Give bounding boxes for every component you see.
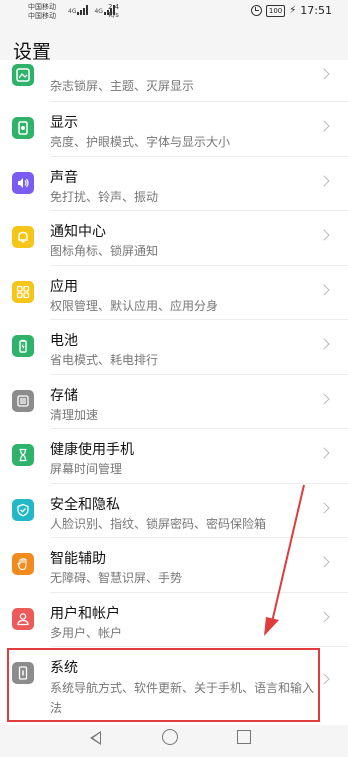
battery-icon: 100 (265, 4, 286, 17)
settings-item-desktop[interactable]: 杂志锁屏、主题、灭屏显示 (0, 60, 348, 102)
recent-apps-icon[interactable] (237, 730, 251, 744)
settings-item-sound[interactable]: 声音 免打扰、铃声、振动 (0, 156, 348, 211)
item-subtitle: 亮度、护眼模式、字体与显示大小 (50, 135, 231, 149)
sound-icon (12, 171, 34, 194)
phone-icon (12, 662, 34, 684)
user-icon (12, 607, 34, 630)
item-subtitle: 系统导航方式、软件更新、关于手机、语言和输入法 (50, 681, 315, 715)
home-icon[interactable] (162, 729, 178, 745)
item-title: 电池 (50, 333, 78, 349)
chevron-right-icon (318, 68, 330, 80)
chevron-right-icon (318, 174, 330, 187)
wallpaper-icon (12, 64, 34, 86)
item-subtitle: 清理加速 (50, 407, 99, 422)
settings-item-security[interactable]: 安全和隐私 人脸识别、指纹、锁屏密码、密码保险箱 (0, 483, 348, 538)
item-title: 存储 (50, 387, 78, 404)
carrier-1: 中国移动 (28, 3, 56, 11)
chevron-right-icon (318, 556, 330, 568)
item-subtitle: 省电模式、耗电排行 (50, 353, 159, 367)
settings-item-battery[interactable]: 电池 省电模式、耗电排行 (0, 320, 348, 375)
carrier-2: 中国移动 (28, 12, 56, 20)
item-subtitle: 权限管理、默认应用、应用分身 (50, 298, 219, 313)
item-title: 声音 (50, 169, 78, 186)
item-title: 系统 (50, 660, 78, 676)
chevron-right-icon (318, 610, 330, 623)
settings-item-digital-balance[interactable]: 健康使用手机 屏幕时间管理 (0, 429, 348, 484)
item-subtitle: 无障碍、智慧识屏、手势 (50, 571, 183, 585)
navigation-bar (0, 725, 348, 757)
bell-icon (12, 226, 34, 248)
item-subtitle: 多用户、帐户 (50, 625, 123, 640)
storage-icon (12, 389, 34, 412)
network-speed: 2.4 K/s (108, 3, 119, 19)
back-icon[interactable] (90, 731, 101, 745)
chevron-right-icon (318, 447, 330, 459)
settings-screen: 中国移动 中国移动 4G 4G 2.4 K/s 100 ⚡ 17:51 设置 杂… (0, 0, 348, 757)
item-subtitle: 人脸识别、指纹、锁屏密码、密码保险箱 (50, 516, 267, 531)
alarm-icon (250, 5, 262, 16)
settings-item-notifications[interactable]: 通知中心 图标角标、锁屏通知 (0, 211, 348, 266)
settings-item-system[interactable]: 系统 系统导航方式、软件更新、关于手机、语言和输入法 (0, 647, 348, 727)
settings-item-storage[interactable]: 存储 清理加速 (0, 374, 348, 429)
display-icon (12, 117, 34, 139)
settings-item-users-accounts[interactable]: 用户和帐户 多用户、帐户 (0, 592, 348, 647)
chevron-right-icon (318, 392, 330, 405)
battery-icon (12, 335, 34, 357)
status-bar: 中国移动 中国移动 4G 4G 2.4 K/s 100 ⚡ 17:51 (0, 0, 348, 26)
item-title: 用户和帐户 (50, 605, 120, 622)
item-title: 健康使用手机 (50, 442, 134, 458)
clock: 17:51 (300, 4, 332, 17)
speed-value: 2.4 (108, 3, 120, 11)
chevron-right-icon (318, 673, 330, 685)
item-subtitle: 图标角标、锁屏通知 (50, 244, 159, 258)
shield-icon (12, 498, 34, 521)
hourglass-icon (12, 444, 34, 466)
item-title: 显示 (50, 115, 78, 131)
settings-item-apps[interactable]: 应用 权限管理、默认应用、应用分身 (0, 265, 348, 320)
chevron-right-icon (318, 338, 330, 350)
item-subtitle: 免打扰、铃声、振动 (50, 189, 159, 204)
item-title: 安全和隐私 (50, 496, 120, 513)
signal-1-label: 4G (68, 8, 77, 15)
signal-1-icon: 4G (68, 4, 89, 15)
chevron-right-icon (318, 120, 330, 132)
settings-list: 杂志锁屏、主题、灭屏显示 显示 亮度、护眼模式、字体与显示大小 声音 免打扰、铃… (0, 60, 348, 727)
item-title: 智能辅助 (50, 551, 106, 567)
settings-item-smart-assistance[interactable]: 智能辅助 无障碍、智慧识屏、手势 (0, 538, 348, 593)
signal-2-label: 4G (94, 8, 103, 15)
item-title: 通知中心 (50, 224, 106, 240)
item-subtitle: 杂志锁屏、主题、灭屏显示 (50, 79, 195, 93)
carrier-labels: 中国移动 中国移动 (28, 3, 56, 21)
charging-icon: ⚡ (289, 5, 297, 16)
chevron-right-icon (318, 501, 330, 514)
speed-unit: K/s (108, 11, 119, 19)
status-right: 100 ⚡ 17:51 (250, 4, 332, 17)
settings-item-display[interactable]: 显示 亮度、护眼模式、字体与显示大小 (0, 102, 348, 157)
chevron-right-icon (318, 229, 330, 241)
item-subtitle: 屏幕时间管理 (50, 462, 123, 476)
chevron-right-icon (318, 283, 330, 296)
apps-icon (12, 280, 34, 303)
item-title: 应用 (50, 278, 78, 295)
hand-icon (12, 553, 34, 575)
